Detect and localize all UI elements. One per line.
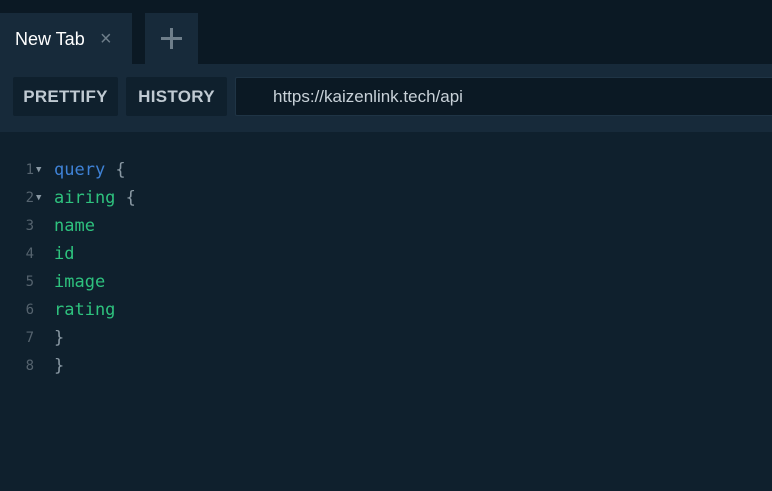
brace-token: } (54, 356, 65, 376)
endpoint-url-input[interactable] (235, 77, 772, 116)
history-button[interactable]: HISTORY (126, 77, 227, 116)
tab-label: New Tab (15, 29, 85, 49)
new-tab-button[interactable] (145, 13, 198, 64)
code-line[interactable]: 1 ▼ query { (0, 156, 772, 184)
tab-bar: New Tab × (0, 0, 772, 64)
code-text: } (54, 324, 64, 352)
code-line[interactable]: 3 name (0, 212, 772, 240)
fold-arrow-icon[interactable]: ▼ (36, 156, 41, 184)
line-number: 7 (25, 330, 34, 346)
line-number: 4 (25, 246, 34, 262)
code-line[interactable]: 4 id (0, 240, 772, 268)
brace-token: { (105, 160, 126, 180)
query-editor[interactable]: 1 ▼ query {2 ▼ airing {3 name 4 id 5 image 6 rating… (0, 132, 772, 491)
code-line[interactable]: 8} (0, 352, 772, 380)
code-text: rating (54, 296, 115, 324)
brace-token: { (115, 188, 136, 208)
line-number: 5 (25, 274, 34, 290)
line-number: 6 (25, 302, 34, 318)
code-text: query { (54, 156, 126, 184)
field-token: name (54, 216, 95, 236)
code-line[interactable]: 6 rating (0, 296, 772, 324)
code-line[interactable]: 2 ▼ airing { (0, 184, 772, 212)
toolbar: PRETTIFY HISTORY (0, 64, 772, 132)
field-token: airing (54, 188, 116, 208)
code-text: airing { (54, 184, 136, 212)
line-number: 3 (25, 218, 34, 234)
line-number: 8 (25, 358, 34, 374)
field-token: id (54, 244, 75, 264)
code-text: image (54, 268, 105, 296)
plus-icon-vertical (170, 28, 173, 49)
brace-token: } (54, 328, 65, 348)
line-number: 1 (25, 162, 34, 178)
code-text: } (54, 352, 64, 380)
keyword-token: query (54, 160, 106, 180)
field-token: image (54, 272, 106, 292)
line-number: 2 (25, 190, 34, 206)
code-text: name (54, 212, 95, 240)
close-icon[interactable]: × (100, 28, 112, 50)
fold-arrow-icon[interactable]: ▼ (36, 184, 41, 212)
code-line[interactable]: 5 image (0, 268, 772, 296)
prettify-button[interactable]: PRETTIFY (13, 77, 118, 116)
tab-new-tab[interactable]: New Tab × (0, 13, 132, 64)
code-text: id (54, 240, 74, 268)
code-line[interactable]: 7} (0, 324, 772, 352)
field-token: rating (54, 300, 116, 320)
